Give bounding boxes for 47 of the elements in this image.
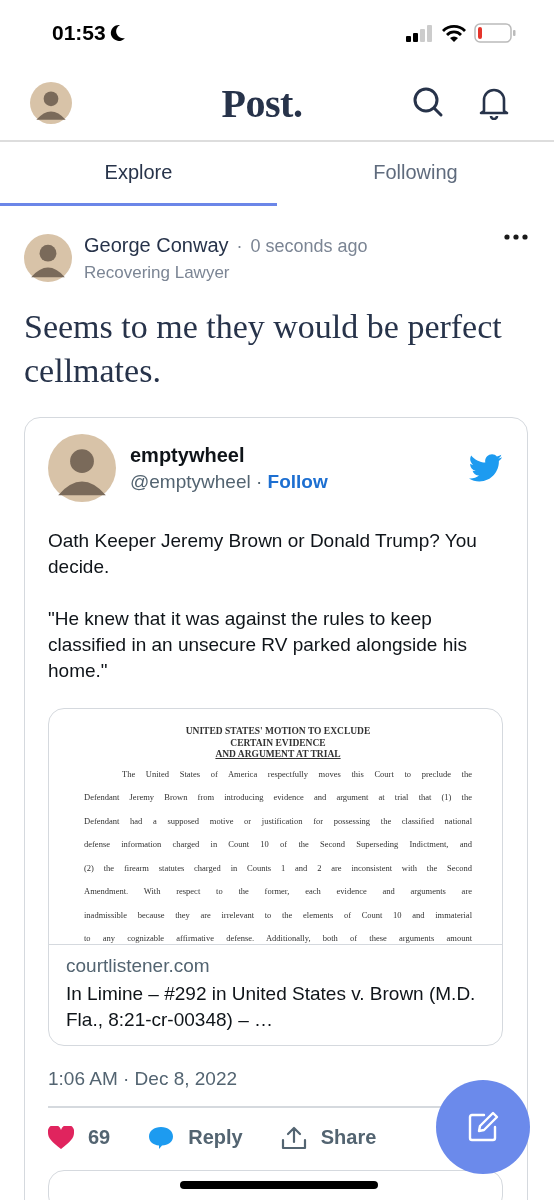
link-title: In Limine – #292 in United States v. Brown (M.D. Fla., 8:21-cr-00348) – …: [66, 982, 477, 1032]
moon-icon: [109, 24, 126, 42]
link-domain: courtlistener.com: [66, 955, 211, 977]
clock-time: 01:53: [52, 21, 106, 45]
avatar[interactable]: [48, 434, 116, 502]
follow-link[interactable]: Follow: [267, 470, 328, 492]
document-text-line: to any cognizable affirmative defense. Additionally, both of these arguments amount: [84, 932, 472, 944]
author-name[interactable]: George Conway: [84, 234, 229, 257]
post-text: Seems to me they would be perfect cellmates.: [24, 307, 503, 391]
tweet-timestamp: 1:06 AM · Dec 8, 2022: [48, 1068, 239, 1090]
speech-bubble-icon: [148, 1125, 175, 1150]
document-heading: AND ARGUMENT AT TRIAL: [214, 749, 342, 761]
share-button[interactable]: Share: [320, 1126, 377, 1149]
avatar[interactable]: [30, 82, 72, 124]
tab[interactable]: Explore: [0, 142, 277, 206]
avatar[interactable]: [24, 234, 72, 282]
bell-icon[interactable]: [478, 86, 510, 120]
signal-icon: [406, 24, 434, 42]
post-time: 0 seconds ago: [250, 236, 368, 257]
edit-icon: [467, 1111, 499, 1143]
bird-icon: [469, 454, 503, 482]
document-text-line: Amendment. With respect to the former, each evidence and arguments are: [84, 885, 472, 898]
tweet-text: "He knew that it was against the rules to keep classified in an unsecure RV parked alongside his home.": [48, 607, 468, 683]
tab[interactable]: Following: [277, 142, 554, 206]
like-count: 69: [88, 1126, 111, 1149]
reply-button[interactable]: Reply: [188, 1126, 243, 1149]
tweet-text: Oath Keeper Jeremy Brown or Donald Trump? You decide.: [48, 529, 478, 579]
wifi-icon: [442, 24, 466, 42]
document-heading: UNITED STATES' MOTION TO EXCLUDE: [184, 726, 372, 738]
document-text-line: The United States of America respectfully moves this Court to preclude the: [121, 767, 472, 781]
link-preview-card[interactable]: [48, 708, 503, 1046]
battery-icon: [474, 23, 516, 43]
share-icon: [280, 1125, 307, 1150]
heart-icon[interactable]: [48, 1125, 74, 1150]
search-icon[interactable]: [412, 86, 444, 118]
document-text-line: Defendant had a supposed motive or justification for possessing the classified national: [84, 814, 472, 828]
app-logo: Post.: [220, 79, 304, 127]
tweet-handle: @emptywheel · Follow: [130, 470, 329, 493]
author-subtitle: Recovering Lawyer: [84, 263, 231, 283]
tweet-author-name: emptywheel: [130, 443, 246, 467]
document-text-line: inadmissible because they are irrelevant to the elements of Count 10 and immaterial: [84, 908, 472, 922]
document-heading: CERTAIN EVIDENCE: [229, 737, 327, 749]
separator-dot: ·: [236, 236, 243, 257]
document-text-line: defense information charged in Count 10 of the Second Superseding Indictment, and: [84, 838, 472, 851]
more-icon[interactable]: [504, 234, 528, 240]
document-text-line: (2) the firearm statutes charged in Counts 1 and 2 are inconsistent with the Second: [84, 861, 472, 875]
document-text-line: Defendant Jeremy Brown from introducing evidence and argument at trial that (1) the: [84, 791, 472, 804]
